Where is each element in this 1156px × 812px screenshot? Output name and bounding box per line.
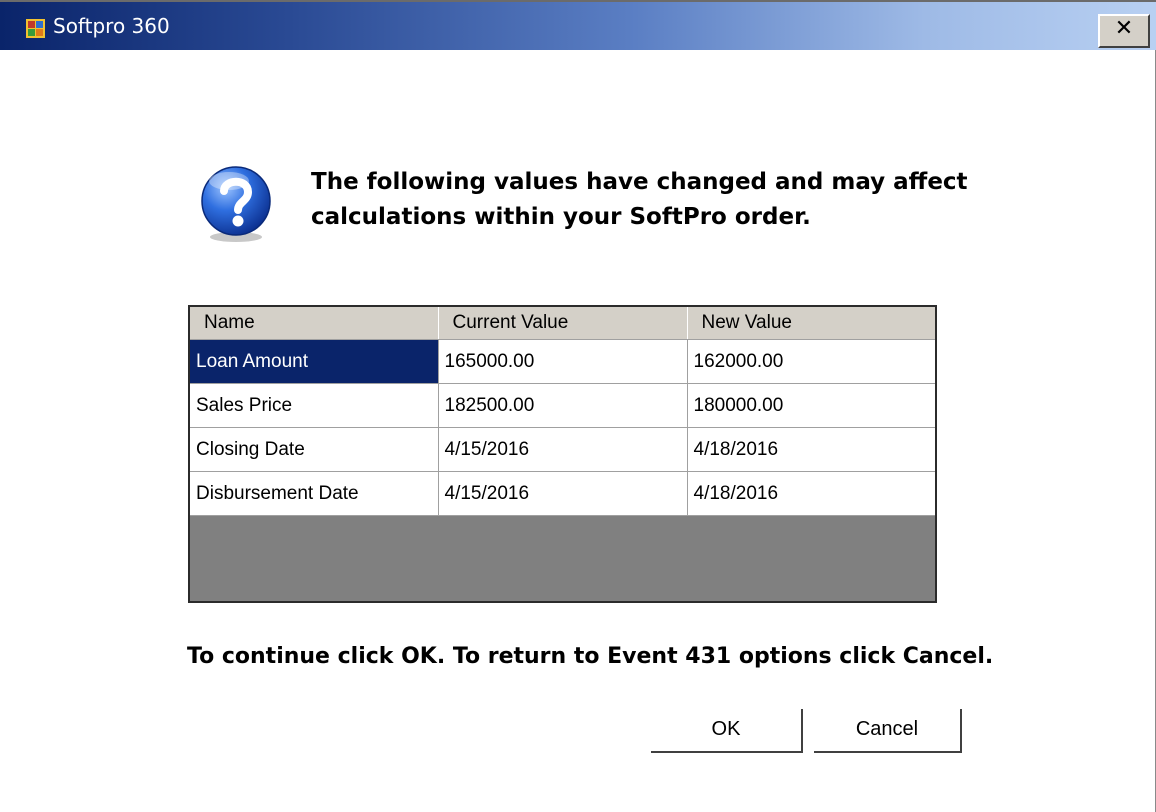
table-row[interactable]: Sales Price 182500.00 180000.00 <box>190 383 935 428</box>
ok-button[interactable]: OK <box>651 709 803 753</box>
instruction-text: To continue click OK. To return to Event… <box>187 644 994 669</box>
dialog-window: Softpro 360 ✕ The following values have … <box>0 0 1156 812</box>
row-new-value-cell[interactable]: 180000.00 <box>687 383 935 428</box>
row-name-cell[interactable]: Closing Date <box>190 427 439 472</box>
softpro-app-icon <box>26 19 45 38</box>
row-name-cell[interactable]: Disbursement Date <box>190 471 439 516</box>
row-new-value-cell[interactable]: 4/18/2016 <box>687 471 935 516</box>
row-current-value-cell[interactable]: 4/15/2016 <box>438 427 688 472</box>
row-new-value-cell[interactable]: 4/18/2016 <box>687 427 935 472</box>
row-current-value-cell[interactable]: 165000.00 <box>438 339 688 384</box>
close-icon: ✕ <box>1114 16 1134 41</box>
message-line-2: calculations within your SoftPro order. <box>311 204 811 230</box>
dialog-message: The following values have changed and ma… <box>311 165 1011 235</box>
window-title: Softpro 360 <box>53 14 170 38</box>
table-header-row: Name Current Value New Value <box>190 307 935 340</box>
row-new-value-cell[interactable]: 162000.00 <box>687 339 935 384</box>
table-row[interactable]: Closing Date 4/15/2016 4/18/2016 <box>190 427 935 472</box>
message-line-1: The following values have changed and ma… <box>311 169 968 195</box>
row-name-cell[interactable]: Loan Amount <box>190 339 439 384</box>
column-header-current-value[interactable]: Current Value <box>438 307 688 340</box>
table-row[interactable]: Loan Amount 165000.00 162000.00 <box>190 339 935 384</box>
table-row[interactable]: Disbursement Date 4/15/2016 4/18/2016 <box>190 471 935 516</box>
question-icon <box>201 166 271 242</box>
changed-values-table: Name Current Value New Value Loan Amount… <box>190 307 935 516</box>
close-button[interactable]: ✕ <box>1098 14 1150 48</box>
title-bar[interactable]: Softpro 360 ✕ <box>0 0 1156 50</box>
column-header-new-value[interactable]: New Value <box>687 307 935 340</box>
row-current-value-cell[interactable]: 182500.00 <box>438 383 688 428</box>
row-current-value-cell[interactable]: 4/15/2016 <box>438 471 688 516</box>
row-name-cell[interactable]: Sales Price <box>190 383 439 428</box>
column-header-name[interactable]: Name <box>190 307 439 340</box>
changed-values-grid[interactable]: Name Current Value New Value Loan Amount… <box>188 305 937 603</box>
cancel-button[interactable]: Cancel <box>814 709 962 753</box>
